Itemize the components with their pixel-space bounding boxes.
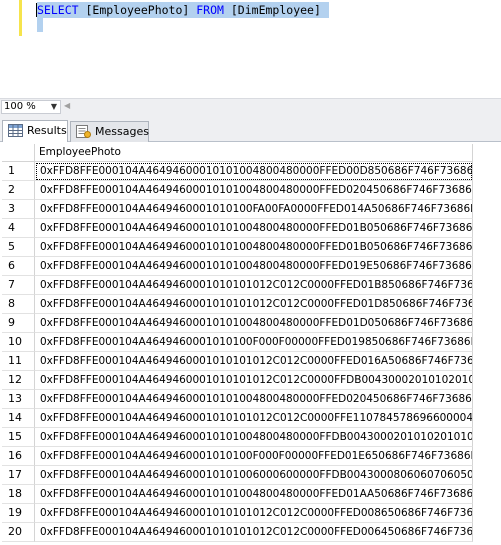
tab-messages[interactable]: Messages <box>70 121 149 142</box>
table-row[interactable]: 11 0xFFD8FFE000104A4649460001010101012C01… <box>2 352 473 371</box>
employeephoto-cell[interactable]: 0xFFD8FFE000104A464946000101010048004800… <box>35 390 473 409</box>
table-row[interactable]: 4 0xFFD8FFE000104A46494600010101004800480… <box>2 219 473 238</box>
employeephoto-cell[interactable]: 0xFFD8FFE000104A4649460001010101012C012C… <box>35 276 473 295</box>
change-tracking-bar <box>19 0 22 36</box>
messages-icon <box>76 125 91 138</box>
employeephoto-cell[interactable]: 0xFFD8FFE000104A464946000101010048004800… <box>35 314 473 333</box>
employeephoto-cell[interactable]: 0xFFD8FFE000104A4649460001010101012C012C… <box>35 371 473 390</box>
table-row[interactable]: 6 0xFFD8FFE000104A46494600010101004800480… <box>2 257 473 276</box>
row-number[interactable]: 3 <box>2 200 35 219</box>
table-row[interactable]: 16 0xFFD8FFE000104A4649460001010100F000F0… <box>2 447 473 466</box>
tab-results-label: Results <box>27 124 67 137</box>
table-row[interactable]: 8 0xFFD8FFE000104A4649460001010101012C012… <box>2 295 473 314</box>
editor-margin <box>0 0 14 98</box>
employeephoto-cell[interactable]: 0xFFD8FFE000104A4649460001010101012C012C… <box>35 352 473 371</box>
row-number[interactable]: 8 <box>2 295 35 314</box>
table-row[interactable]: 15 0xFFD8FFE000104A4649460001010100480048… <box>2 428 473 447</box>
employeephoto-cell[interactable]: 0xFFD8FFE000104A4649460001010101012C012C… <box>35 523 473 542</box>
sql-keyword-select: SELECT <box>37 3 79 17</box>
employeephoto-cell[interactable]: 0xFFD8FFE000104A4649460001010100FA00FA00… <box>35 200 473 219</box>
row-number[interactable]: 6 <box>2 257 35 276</box>
grid-icon <box>8 124 23 137</box>
row-number[interactable]: 14 <box>2 409 35 428</box>
grid-header: EmployeePhoto <box>2 144 501 162</box>
sql-column-identifier: [EmployeePhoto] <box>78 3 197 17</box>
employeephoto-cell[interactable]: 0xFFD8FFE000104A4649460001010101012C012C… <box>35 409 473 428</box>
results-tabs-bar: Results Messages <box>0 115 501 142</box>
query-editor[interactable]: SELECT [EmployeePhoto] FROM [DimEmployee… <box>0 0 501 98</box>
employeephoto-cell[interactable]: 0xFFD8FFE000104A464946000101010048004800… <box>35 181 473 200</box>
row-number[interactable]: 12 <box>2 371 35 390</box>
table-row[interactable]: 9 0xFFD8FFE000104A46494600010101004800480… <box>2 314 473 333</box>
sql-table-identifier: [DimEmployee] <box>223 3 321 17</box>
row-number[interactable]: 15 <box>2 428 35 447</box>
row-number[interactable]: 2 <box>2 181 35 200</box>
employeephoto-cell[interactable]: 0xFFD8FFE000104A464946000101010048004800… <box>35 257 473 276</box>
table-row[interactable]: 14 0xFFD8FFE000104A4649460001010101012C01… <box>2 409 473 428</box>
table-row[interactable]: 20 0xFFD8FFE000104A4649460001010101012C01… <box>2 523 473 542</box>
table-row[interactable]: 1 0xFFD8FFE000104A46494600010101004800480… <box>2 162 473 181</box>
employeephoto-cell[interactable]: 0xFFD8FFE000104A464946000101010060006000… <box>35 466 473 485</box>
row-number[interactable]: 9 <box>2 314 35 333</box>
table-row[interactable]: 13 0xFFD8FFE000104A4649460001010100480048… <box>2 390 473 409</box>
table-row[interactable]: 12 0xFFD8FFE000104A4649460001010101012C01… <box>2 371 473 390</box>
employeephoto-cell[interactable]: 0xFFD8FFE000104A464946000101010048004800… <box>35 485 473 504</box>
horizontal-scrollbar[interactable]: ◀ <box>62 101 501 113</box>
employeephoto-cell[interactable]: 0xFFD8FFE000104A464946000101010048004800… <box>35 162 473 181</box>
text-caret <box>36 3 37 17</box>
employeephoto-cell[interactable]: 0xFFD8FFE000104A464946000101010048004800… <box>35 428 473 447</box>
row-number[interactable]: 1 <box>2 162 35 181</box>
editor-status-bar: 100 % ▼ ◀ <box>0 98 501 115</box>
table-row[interactable]: 17 0xFFD8FFE000104A4649460001010100600060… <box>2 466 473 485</box>
grid-corner-cell[interactable] <box>2 144 35 162</box>
table-row[interactable]: 5 0xFFD8FFE000104A46494600010101004800480… <box>2 238 473 257</box>
row-number[interactable]: 18 <box>2 485 35 504</box>
scroll-left-arrow-icon[interactable]: ◀ <box>64 101 70 110</box>
results-grid[interactable]: EmployeePhoto 1 0xFFD8FFE000104A464946000… <box>2 144 501 545</box>
tab-messages-label: Messages <box>95 125 149 138</box>
row-number[interactable]: 10 <box>2 333 35 352</box>
employeephoto-cell[interactable]: 0xFFD8FFE000104A464946000101010048004800… <box>35 219 473 238</box>
zoom-dropdown[interactable]: 100 % ▼ <box>1 100 61 114</box>
table-row[interactable]: 10 0xFFD8FFE000104A4649460001010100F000F0… <box>2 333 473 352</box>
row-number[interactable]: 4 <box>2 219 35 238</box>
employeephoto-cell[interactable]: 0xFFD8FFE000104A4649460001010101012C012C… <box>35 295 473 314</box>
column-header-employeephoto[interactable]: EmployeePhoto <box>35 144 473 162</box>
row-number[interactable]: 5 <box>2 238 35 257</box>
sql-query-line[interactable]: SELECT [EmployeePhoto] FROM [DimEmployee… <box>37 2 329 18</box>
tab-results[interactable]: Results <box>2 120 68 142</box>
employeephoto-cell[interactable]: 0xFFD8FFE000104A4649460001010100F000F000… <box>35 333 473 352</box>
row-number[interactable]: 11 <box>2 352 35 371</box>
chevron-down-icon: ▼ <box>50 102 57 111</box>
table-row[interactable]: 7 0xFFD8FFE000104A4649460001010101012C012… <box>2 276 473 295</box>
table-row[interactable]: 3 0xFFD8FFE000104A4649460001010100FA00FA0… <box>2 200 473 219</box>
employeephoto-cell[interactable]: 0xFFD8FFE000104A4649460001010101012C012C… <box>35 504 473 523</box>
table-row[interactable]: 19 0xFFD8FFE000104A4649460001010101012C01… <box>2 504 473 523</box>
row-number[interactable]: 16 <box>2 447 35 466</box>
row-number[interactable]: 7 <box>2 276 35 295</box>
employeephoto-cell[interactable]: 0xFFD8FFE000104A464946000101010048004800… <box>35 238 473 257</box>
table-row[interactable]: 18 0xFFD8FFE000104A4649460001010100480048… <box>2 485 473 504</box>
sql-selection-line-2 <box>37 18 43 32</box>
row-number[interactable]: 19 <box>2 504 35 523</box>
row-number[interactable]: 20 <box>2 523 35 542</box>
sql-keyword-from: FROM <box>196 3 224 17</box>
employeephoto-cell[interactable]: 0xFFD8FFE000104A4649460001010100F000F000… <box>35 447 473 466</box>
zoom-value: 100 % <box>4 101 36 112</box>
row-number[interactable]: 13 <box>2 390 35 409</box>
row-number[interactable]: 17 <box>2 466 35 485</box>
table-row[interactable]: 2 0xFFD8FFE000104A46494600010101004800480… <box>2 181 473 200</box>
ssms-query-window: SELECT [EmployeePhoto] FROM [DimEmployee… <box>0 0 501 545</box>
